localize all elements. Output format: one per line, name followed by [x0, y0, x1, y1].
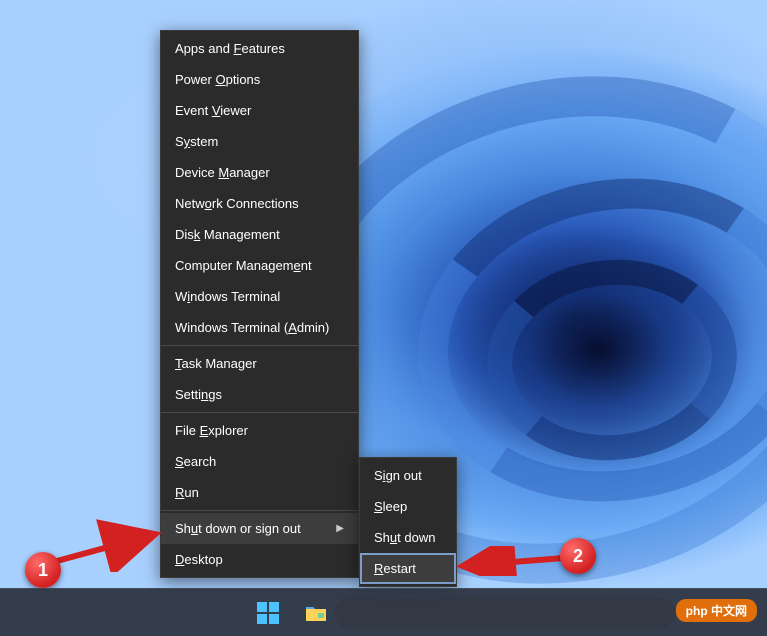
- submenu-item-restart[interactable]: Restart: [360, 553, 456, 584]
- menu-divider: [161, 412, 358, 413]
- submenu-item-sleep[interactable]: Sleep: [360, 491, 456, 522]
- menu-item-label: File Explorer: [175, 423, 248, 438]
- submenu-item-sign-out[interactable]: Sign out: [360, 460, 456, 491]
- menu-item-label: System: [175, 134, 218, 149]
- menu-item-settings[interactable]: Settings: [161, 379, 358, 410]
- menu-item-label: Sign out: [374, 468, 422, 483]
- menu-item-device-manager[interactable]: Device Manager: [161, 157, 358, 188]
- menu-item-system[interactable]: System: [161, 126, 358, 157]
- menu-item-windows-terminal[interactable]: Windows Terminal: [161, 281, 358, 312]
- menu-item-label: Network Connections: [175, 196, 299, 211]
- menu-item-search[interactable]: Search: [161, 446, 358, 477]
- menu-item-computer-management[interactable]: Computer Management: [161, 250, 358, 281]
- menu-item-label: Event Viewer: [175, 103, 251, 118]
- menu-item-label: Sleep: [374, 499, 407, 514]
- menu-item-label: Search: [175, 454, 216, 469]
- windows-logo-icon: [256, 601, 280, 625]
- menu-item-apps-and-features[interactable]: Apps and Features: [161, 33, 358, 64]
- menu-item-network-connections[interactable]: Network Connections: [161, 188, 358, 219]
- menu-item-task-manager[interactable]: Task Manager: [161, 348, 358, 379]
- menu-item-label: Shut down or sign out: [175, 521, 301, 536]
- menu-item-label: Run: [175, 485, 199, 500]
- menu-item-label: Power Options: [175, 72, 260, 87]
- menu-item-label: Windows Terminal (Admin): [175, 320, 329, 335]
- menu-item-label: Device Manager: [175, 165, 270, 180]
- menu-item-label: Disk Management: [175, 227, 280, 242]
- menu-item-label: Settings: [175, 387, 222, 402]
- taskbar: php 中文网: [0, 588, 767, 636]
- watermark: php 中文网: [676, 599, 757, 622]
- submenu-item-shut-down[interactable]: Shut down: [360, 522, 456, 553]
- menu-item-label: Desktop: [175, 552, 223, 567]
- menu-divider: [161, 510, 358, 511]
- menu-item-desktop[interactable]: Desktop: [161, 544, 358, 575]
- menu-item-event-viewer[interactable]: Event Viewer: [161, 95, 358, 126]
- menu-divider: [161, 345, 358, 346]
- menu-item-windows-terminal-admin[interactable]: Windows Terminal (Admin): [161, 312, 358, 343]
- menu-item-power-options[interactable]: Power Options: [161, 64, 358, 95]
- desktop-background: Apps and Features Power Options Event View…: [0, 0, 767, 636]
- file-explorer-taskbar-icon[interactable]: [296, 593, 336, 633]
- shutdown-submenu: Sign out Sleep Shut down Restart: [359, 457, 457, 587]
- start-button[interactable]: [248, 593, 288, 633]
- menu-item-label: Computer Management: [175, 258, 312, 273]
- menu-item-disk-management[interactable]: Disk Management: [161, 219, 358, 250]
- winx-context-menu: Apps and Features Power Options Event View…: [160, 30, 359, 578]
- annotation-arrow-1: [38, 512, 168, 572]
- menu-item-label: Windows Terminal: [175, 289, 280, 304]
- menu-item-label: Shut down: [374, 530, 435, 545]
- menu-item-file-explorer[interactable]: File Explorer: [161, 415, 358, 446]
- menu-item-label: Task Manager: [175, 356, 257, 371]
- menu-item-label: Apps and Features: [175, 41, 285, 56]
- folder-icon: [304, 601, 328, 625]
- badge-label: 1: [38, 560, 48, 581]
- chevron-right-icon: ▶: [336, 523, 344, 534]
- menu-item-run[interactable]: Run: [161, 477, 358, 508]
- menu-item-label: Restart: [374, 561, 416, 576]
- taskbar-search[interactable]: [335, 597, 675, 629]
- menu-item-shut-down-or-sign-out[interactable]: Shut down or sign out ▶: [161, 513, 358, 544]
- annotation-badge-1: 1: [25, 552, 61, 588]
